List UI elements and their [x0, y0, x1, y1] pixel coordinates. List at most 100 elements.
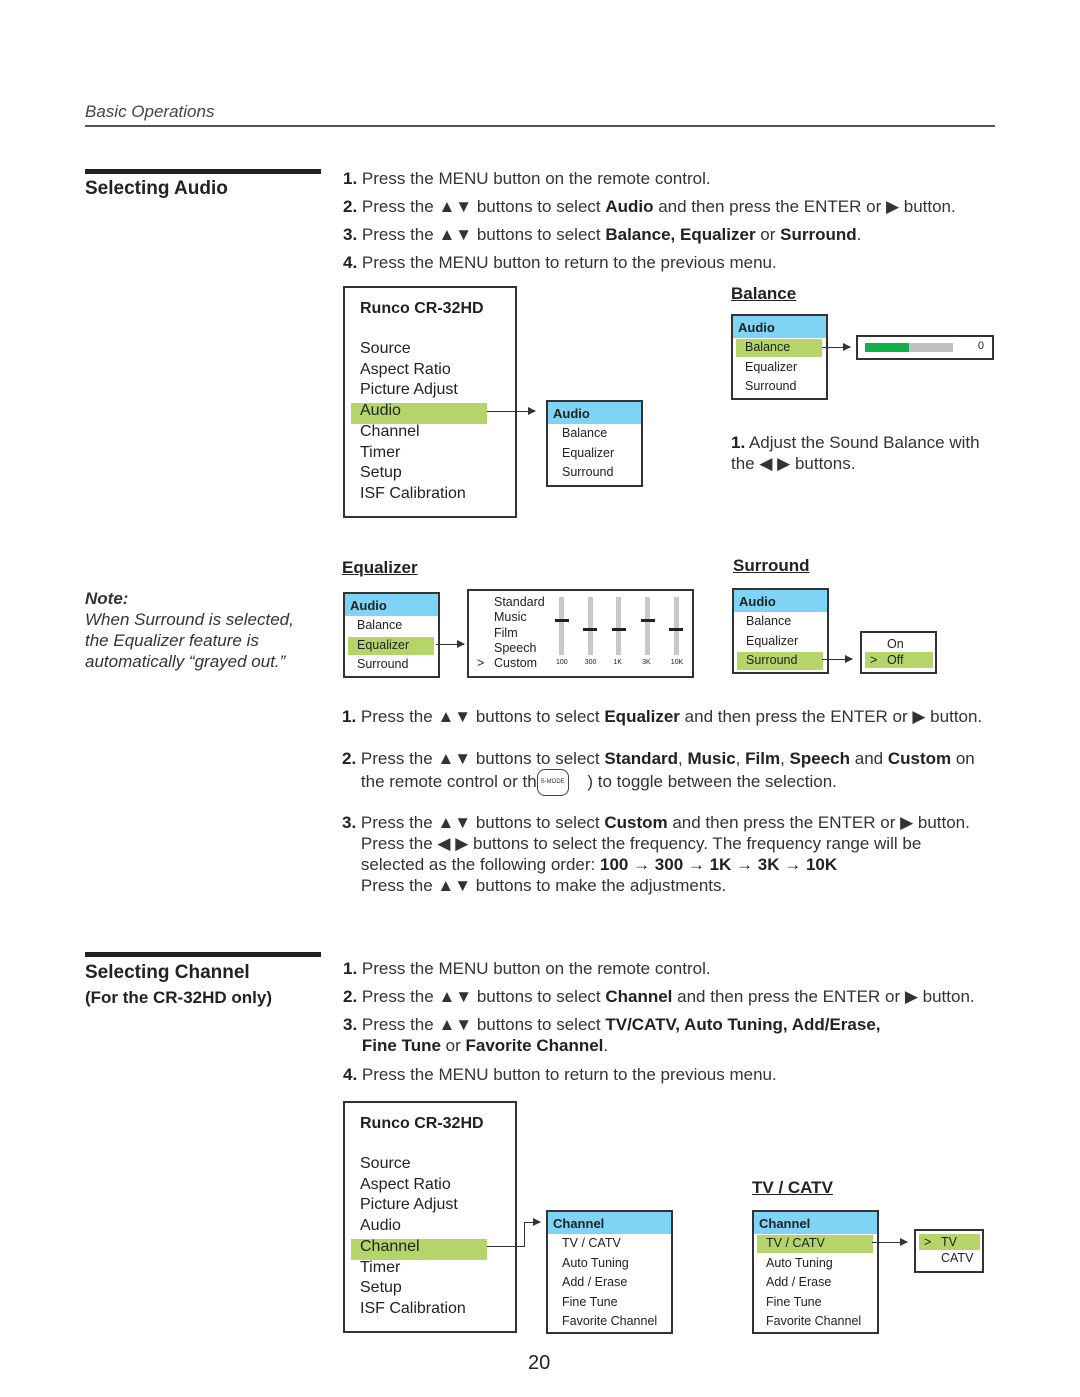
- text-segment: ,: [780, 749, 790, 768]
- text-segment: and then press the ENTER or ▶ button.: [653, 197, 956, 216]
- menu-item-source[interactable]: Source: [360, 340, 411, 358]
- eq-band-knob[interactable]: [554, 619, 569, 623]
- channel-submenu: Channel TV / CATV Auto Tuning Add / Erase Fi…: [546, 1210, 673, 1334]
- text-segment: or: [755, 225, 781, 244]
- text-line: 1. Press the ▲▼ buttons to select Equali…: [342, 706, 982, 727]
- text-segment: .: [603, 1036, 609, 1055]
- submenu-header: Audio: [345, 594, 438, 616]
- submenu-item[interactable]: Fine Tune: [766, 1295, 822, 1309]
- text-segment: Music: [687, 749, 736, 768]
- submenu-item[interactable]: Add / Erase: [562, 1275, 627, 1289]
- audio-submenu: Audio Balance Equalizer Surround: [546, 400, 643, 487]
- text-segment: 1.: [343, 959, 358, 978]
- submenu-item[interactable]: TV / CATV: [562, 1236, 621, 1250]
- eq-band-track[interactable]: [673, 597, 679, 655]
- submenu-item[interactable]: Balance: [357, 618, 402, 632]
- text-segment: and: [850, 749, 888, 768]
- connector: [487, 1246, 524, 1247]
- menu-item-channel[interactable]: Channel: [360, 423, 420, 441]
- section-title-audio: Selecting Audio: [85, 178, 228, 199]
- eq-band-knob[interactable]: [640, 619, 655, 623]
- text-segment: 4.: [343, 1065, 358, 1084]
- submenu-item[interactable]: Auto Tuning: [766, 1256, 833, 1270]
- submenu-item[interactable]: Equalizer: [357, 638, 409, 652]
- submenu-item[interactable]: Surround: [745, 379, 796, 393]
- option-on[interactable]: On: [887, 637, 904, 651]
- submenu-item[interactable]: Surround: [562, 465, 613, 479]
- eq-mode-custom[interactable]: Custom: [494, 656, 537, 670]
- submenu-item[interactable]: Auto Tuning: [562, 1256, 629, 1270]
- submenu-item[interactable]: Equalizer: [562, 446, 614, 460]
- submenu-item[interactable]: Balance: [745, 340, 790, 354]
- text-segment: Standard: [604, 749, 679, 768]
- eq-mode-film[interactable]: Film: [494, 626, 518, 640]
- menu-item-source[interactable]: Source: [360, 1155, 411, 1173]
- eq-band-label: 10K: [670, 659, 684, 666]
- note-line: the Equalizer feature is: [85, 631, 259, 650]
- menu-item-timer[interactable]: Timer: [360, 1259, 400, 1277]
- text-segment: Press the ▲▼ buttons to select: [357, 197, 606, 216]
- manual-page: Basic Operations Selecting Audio Runco C…: [0, 0, 1080, 1397]
- submenu-item[interactable]: Add / Erase: [766, 1275, 831, 1289]
- text-line: 2. Press the ▲▼ buttons to select Channe…: [343, 986, 975, 1007]
- text-line: 1. Press the MENU button on the remote c…: [343, 168, 711, 189]
- text-segment: Channel: [605, 987, 673, 1006]
- submenu-item[interactable]: TV / CATV: [766, 1236, 825, 1250]
- menu-item-isf-calibration[interactable]: ISF Calibration: [360, 485, 466, 503]
- submenu-item[interactable]: Surround: [746, 653, 797, 667]
- cursor-icon: >: [924, 1235, 932, 1249]
- eq-mode-speech[interactable]: Speech: [494, 641, 536, 655]
- menu-item-aspect-ratio[interactable]: Aspect Ratio: [360, 361, 451, 379]
- menu-item-isf-calibration[interactable]: ISF Calibration: [360, 1300, 466, 1318]
- eq-band-track[interactable]: [616, 597, 622, 655]
- eq-band-track[interactable]: [559, 597, 564, 655]
- submenu-item[interactable]: Surround: [357, 657, 408, 671]
- submenu-item[interactable]: Fine Tune: [562, 1295, 618, 1309]
- text-segment: selected as the following order:: [342, 855, 600, 874]
- eq-band-knob[interactable]: [669, 627, 684, 631]
- text-line: selected as the following order: 100 → 3…: [342, 854, 837, 875]
- text-segment: 3.: [342, 813, 357, 832]
- menu-item-setup[interactable]: Setup: [360, 464, 402, 482]
- menu-item-audio[interactable]: Audio: [360, 1217, 401, 1235]
- text-segment: Press the MENU button on the remote cont…: [357, 169, 711, 188]
- eq-mode-music[interactable]: Music: [494, 610, 527, 624]
- tvcatv-title: TV / CATV: [752, 1178, 833, 1197]
- submenu-header: Channel: [754, 1212, 877, 1234]
- cursor-icon: >: [870, 653, 878, 667]
- menu-item-timer[interactable]: Timer: [360, 444, 400, 462]
- submenu-item[interactable]: Balance: [746, 614, 791, 628]
- option-off[interactable]: Off: [887, 653, 903, 667]
- menu-item-setup[interactable]: Setup: [360, 1279, 402, 1297]
- text-line: Fine Tune or Favorite Channel.: [343, 1035, 608, 1056]
- section-bar: [85, 952, 321, 957]
- eq-band-knob[interactable]: [611, 627, 626, 631]
- text-segment: [343, 1036, 362, 1055]
- menu-item-picture-adjust[interactable]: Picture Adjust: [360, 1196, 458, 1214]
- option-tv[interactable]: TV: [941, 1235, 957, 1249]
- text-segment: Press the MENU button on the remote cont…: [357, 959, 711, 978]
- eq-band-knob[interactable]: [583, 627, 598, 631]
- submenu-item[interactable]: Favorite Channel: [766, 1314, 861, 1328]
- main-menu-audio: Runco CR-32HD Source Aspect Ratio Picture A…: [343, 286, 517, 518]
- submenu-item[interactable]: Equalizer: [745, 360, 797, 374]
- eq-mode-standard[interactable]: Standard: [494, 595, 545, 609]
- submenu-item[interactable]: Balance: [562, 426, 607, 440]
- submenu-header: Audio: [733, 316, 826, 338]
- eq-band-track[interactable]: [587, 597, 593, 655]
- text-segment: the ◀ ▶ buttons.: [731, 454, 856, 473]
- main-menu-channel: Runco CR-32HD Source Aspect Ratio Picture A…: [343, 1101, 517, 1333]
- eq-band-track[interactable]: [645, 597, 651, 655]
- menu-item-picture-adjust[interactable]: Picture Adjust: [360, 381, 458, 399]
- submenu-item[interactable]: Favorite Channel: [562, 1314, 657, 1328]
- text-segment: 2.: [343, 197, 358, 216]
- submenu-header: Channel: [548, 1212, 671, 1234]
- option-catv[interactable]: CATV: [941, 1251, 973, 1265]
- section-subtitle: (For the CR-32HD only): [85, 988, 272, 1007]
- menu-item-aspect-ratio[interactable]: Aspect Ratio: [360, 1176, 451, 1194]
- text-line: 1. Adjust the Sound Balance with: [731, 432, 980, 453]
- menu-item-channel[interactable]: Channel: [360, 1238, 420, 1256]
- text-segment: 2.: [343, 987, 358, 1006]
- menu-item-audio[interactable]: Audio: [360, 402, 401, 420]
- submenu-item[interactable]: Equalizer: [746, 634, 798, 648]
